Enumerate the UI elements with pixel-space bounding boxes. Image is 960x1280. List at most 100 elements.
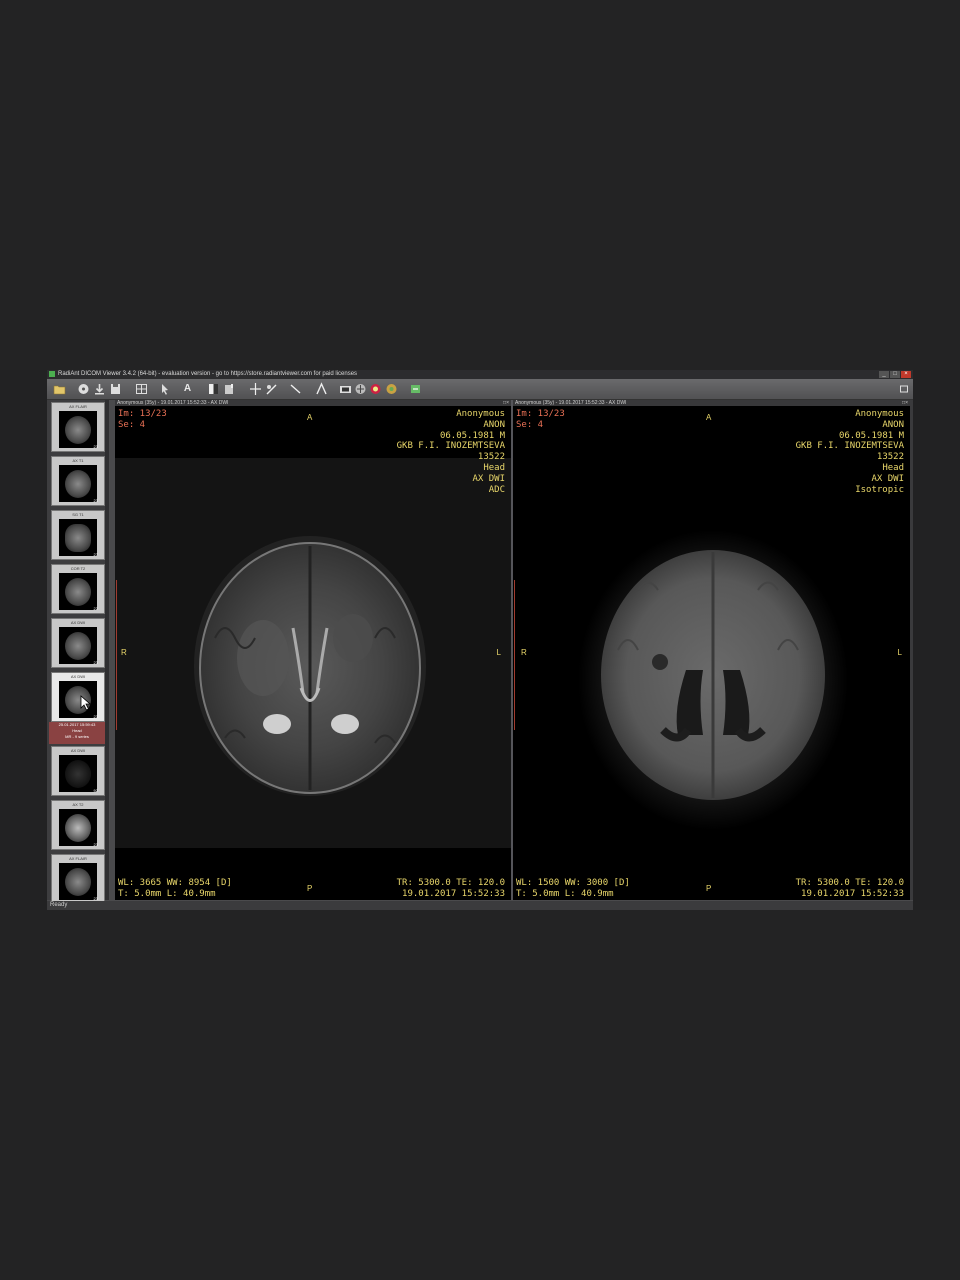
download-icon[interactable] xyxy=(93,382,106,396)
window-level-icon[interactable] xyxy=(207,382,220,396)
app-window: RadiAnt DICOM Viewer 3.4.2 (64-bit) - ev… xyxy=(47,370,913,910)
title-bar: RadiAnt DICOM Viewer 3.4.2 (64-bit) - ev… xyxy=(47,370,913,379)
study-id: 13522 xyxy=(477,452,505,463)
tr-te: TR: 5300.0 TE: 120.0 xyxy=(795,878,904,888)
orientation-right: L xyxy=(897,648,902,657)
thumbnail-label: AX T1 xyxy=(72,458,84,463)
close-button[interactable]: × xyxy=(901,371,911,378)
maximize-button[interactable]: □ xyxy=(890,371,900,378)
series-thumbnail[interactable]: AX T2 23 xyxy=(51,800,105,850)
series-thumbnail[interactable]: AX DWI 23 xyxy=(51,618,105,668)
orientation-left: R xyxy=(121,648,127,657)
orientation-bottom: P xyxy=(307,884,313,893)
series-thumbnail[interactable]: COR T2 22 xyxy=(51,564,105,614)
viewport-right[interactable]: Anonymous (35y) - 19.01.2017 15:52:33 - … xyxy=(513,400,910,900)
thumbnail-image xyxy=(59,863,97,900)
slice-thickness: T: 5.0mm L: 40.9mm xyxy=(516,889,614,899)
layout-icon[interactable] xyxy=(135,382,148,396)
patient-name: Anonymous xyxy=(855,409,904,419)
series-description: AX DWI xyxy=(871,473,904,484)
viewport-scrollbar[interactable] xyxy=(910,400,913,900)
reference-line xyxy=(116,580,117,730)
thumbnail-count: 23 xyxy=(93,498,98,503)
slice-thickness: T: 5.0mm L: 40.9mm xyxy=(118,889,216,899)
thumbnail-count: 22 xyxy=(93,606,98,611)
thumbnail-count: 23 xyxy=(93,660,98,665)
institution: GKB F.I. INOZEMTSEVA xyxy=(396,441,505,452)
measure-icon[interactable] xyxy=(265,382,278,396)
thumbnail-image xyxy=(59,411,97,448)
thumbnail-label: AX DWI xyxy=(70,748,86,753)
zoom-icon[interactable] xyxy=(223,382,236,396)
cd-icon[interactable] xyxy=(77,382,90,396)
series-thumbnail[interactable]: AX FLAIR 23 xyxy=(51,854,105,904)
save-icon[interactable] xyxy=(109,382,122,396)
fullscreen-icon[interactable] xyxy=(899,382,909,396)
letterbox-top xyxy=(0,0,960,370)
body-part: Head xyxy=(882,462,904,473)
settings-icon[interactable] xyxy=(409,382,422,396)
orientation-right: L xyxy=(496,648,501,657)
study-datetime: 19.01.2017 15:52:33 xyxy=(402,889,505,899)
thumbnail-image xyxy=(59,627,97,664)
thumbnail-count: 23 xyxy=(93,714,98,719)
mpr-icon[interactable] xyxy=(354,382,367,396)
image-number: Im: 13/23 xyxy=(516,409,565,419)
body-part: Head xyxy=(483,462,505,473)
reference-line xyxy=(514,580,515,730)
app-icon xyxy=(49,371,55,377)
thumbnail-label: AX T2 xyxy=(72,802,84,807)
screenshot-icon[interactable] xyxy=(315,382,328,396)
orientation-top: A xyxy=(706,413,712,422)
patient-name: Anonymous xyxy=(456,409,505,419)
minimize-button[interactable]: _ xyxy=(879,371,889,378)
status-text: Ready xyxy=(50,902,68,908)
thumbnail-info-series: MR - 9 series xyxy=(65,734,89,739)
thumbnail-label: AX DWI xyxy=(70,620,86,625)
series-thumbnail[interactable]: AX DWI 92 xyxy=(51,746,105,796)
angle-icon[interactable] xyxy=(289,382,302,396)
study-id: 13522 xyxy=(876,452,904,463)
series-description: AX DWI xyxy=(472,473,505,484)
thumbnail-image xyxy=(59,465,97,502)
thumbnail-label: AX FLAIR xyxy=(69,404,87,409)
help-icon[interactable] xyxy=(385,382,398,396)
study-datetime: 19.01.2017 15:52:33 xyxy=(801,889,904,899)
open-folder-icon[interactable] xyxy=(53,382,66,396)
toolbar: A xyxy=(47,379,913,400)
patient-dob: 06.05.1981 M xyxy=(838,430,904,441)
thumbnail-scrollbar[interactable] xyxy=(105,400,109,900)
patient-dob: 06.05.1981 M xyxy=(439,430,505,441)
thumbnail-image xyxy=(59,809,97,846)
window-level: WL: 3665 WW: 8954 [D] xyxy=(118,878,232,888)
series-thumbnail-selected[interactable]: AX DWI 23 xyxy=(51,672,105,722)
thumbnail-count: 23 xyxy=(93,842,98,847)
viewport-title-bar: Anonymous (35y) - 19.01.2017 15:52:33 - … xyxy=(115,400,511,406)
crosshair-icon[interactable] xyxy=(249,382,262,396)
patient-id: ANON xyxy=(483,419,505,430)
viewport-close-icon[interactable]: □× xyxy=(503,400,509,406)
thumbnail-image xyxy=(59,755,97,792)
fusion-icon[interactable] xyxy=(369,382,382,396)
thumbnail-label: AX FLAIR xyxy=(69,856,87,861)
window-title: RadiAnt DICOM Viewer 3.4.2 (64-bit) - ev… xyxy=(58,371,358,377)
window-level: WL: 1500 WW: 3000 [D] xyxy=(516,878,630,888)
series-thumbnail[interactable]: AX FLAIR 23 xyxy=(51,402,105,452)
thumbnail-label: AX DWI xyxy=(70,674,86,679)
viewport-close-icon[interactable]: □× xyxy=(902,400,908,406)
series-thumbnail[interactable]: AX T1 23 xyxy=(51,456,105,506)
mouse-cursor-icon xyxy=(80,695,92,711)
viewport-left[interactable]: Anonymous (35y) - 19.01.2017 15:52:33 - … xyxy=(115,400,511,900)
image-number: Im: 13/23 xyxy=(118,409,167,419)
3d-icon[interactable] xyxy=(339,382,352,396)
thumbnail-count: 27 xyxy=(93,552,98,557)
thumbnail-label: COR T2 xyxy=(70,566,86,571)
text-icon[interactable]: A xyxy=(181,382,194,396)
status-bar: Ready xyxy=(47,901,913,910)
thumbnail-label: SG T1 xyxy=(72,512,84,517)
letterbox-bottom xyxy=(0,910,960,1280)
thumbnail-image xyxy=(59,519,97,556)
pointer-icon[interactable] xyxy=(159,382,172,396)
series-number: Se: 4 xyxy=(516,420,544,430)
series-thumbnail[interactable]: SG T1 27 xyxy=(51,510,105,560)
